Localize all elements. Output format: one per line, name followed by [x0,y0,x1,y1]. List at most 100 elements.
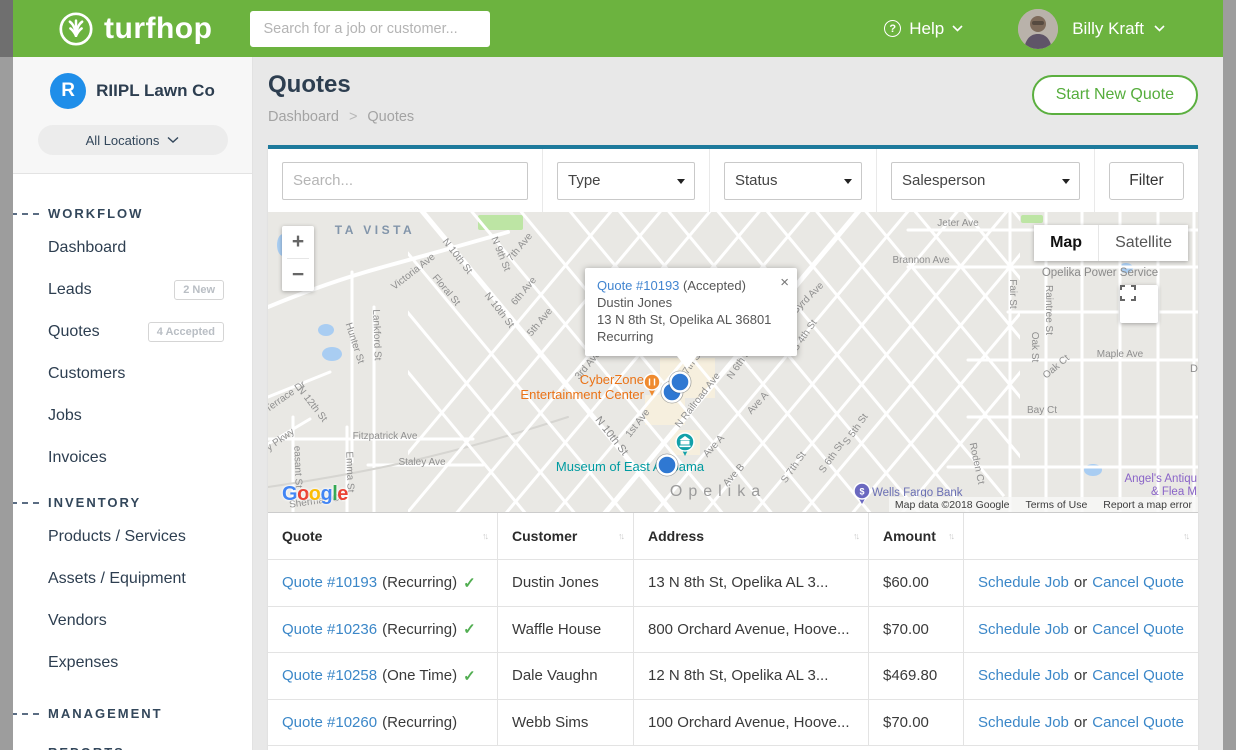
accepted-check-icon: ✓ [463,574,476,592]
cancel-quote-link[interactable]: Cancel Quote [1092,574,1184,591]
company-name: RIIPL Lawn Co [96,81,215,101]
map-label: S 5th St [841,412,871,448]
popup-quote-link[interactable]: Quote #10193 [597,278,679,293]
help-menu[interactable]: ? Help [884,19,963,39]
quote-link[interactable]: Quote #10193 [282,574,377,591]
map-label: Brannon Ave [892,255,950,266]
sidebar-item-vendors[interactable]: Vendors [48,600,224,642]
map[interactable]: TA VISTAN 10th StN 10th StN 10th StVicto… [268,212,1198,512]
fullscreen-button[interactable] [1120,285,1158,323]
sidebar-item-invoices[interactable]: Invoices [48,437,224,479]
section-reports[interactable]: REPORTS [48,745,224,750]
amount-cell: $70.00 [869,700,964,747]
quote-marker[interactable] [656,454,678,476]
fullscreen-icon [1120,285,1136,301]
start-new-quote-button[interactable]: Start New Quote [1032,75,1198,115]
zoom-out-button[interactable]: − [282,259,314,291]
chevron-down-icon [167,136,179,144]
sidebar-item-jobs[interactable]: Jobs [48,395,224,437]
dropdown-arrow-icon [677,179,685,184]
map-label: Fair St [1007,279,1018,309]
amount-cell: $469.80 [869,653,964,700]
map-attribution: Map data ©2018 Google Terms of Use Repor… [889,497,1198,512]
brand-name: turfhop [104,12,212,46]
quote-link[interactable]: Quote #10236 [282,621,377,638]
map-type-map-button[interactable]: Map [1034,225,1099,261]
dropdown-arrow-icon [1062,179,1070,184]
map-label: Oak St [1029,332,1040,363]
map-label: Maple Ave [1097,349,1144,360]
sidebar-item-products-services[interactable]: Products / Services [48,516,224,558]
cancel-quote-link[interactable]: Cancel Quote [1092,621,1184,638]
schedule-job-link[interactable]: Schedule Job [978,667,1069,684]
google-logo-letter: o [297,483,309,505]
quote-link[interactable]: Quote #10260 [282,714,377,731]
map-label: Angel's Antiqu [1124,473,1197,485]
map-label: 7th Ave [505,231,535,264]
map-label: Opelika [670,483,766,500]
sidebar-item-quotes[interactable]: Quotes 4 Accepted [48,311,224,353]
terms-of-use-link[interactable]: Terms of Use [1025,499,1087,511]
popup-type: Recurring [597,328,785,345]
map-label: Hunter St [343,321,367,365]
salesperson-select[interactable]: Salesperson [891,162,1080,200]
filter-button[interactable]: Filter [1109,162,1184,200]
zoom-in-button[interactable]: + [282,226,314,258]
google-logo[interactable]: Google [282,483,348,506]
report-map-error-link[interactable]: Report a map error [1103,499,1192,511]
section-inventory: INVENTORY [48,495,224,510]
map-label: easant St [291,446,303,489]
quote-marker[interactable] [669,371,691,393]
section-management[interactable]: MANAGEMENT [48,706,224,721]
window-edge-right [1223,0,1236,750]
quotes-card: Type Status Salesperson Filter [268,145,1198,750]
quote-link[interactable]: Quote #10258 [282,667,377,684]
sort-icon[interactable]: ↑↓ [482,531,487,541]
status-select[interactable]: Status [724,162,862,200]
customer-cell: Dustin Jones [498,560,634,607]
sidebar-item-leads[interactable]: Leads 2 New [48,269,224,311]
sidebar-item-dashboard[interactable]: Dashboard [48,227,224,269]
map-type-satellite-button[interactable]: Satellite [1099,225,1188,261]
sidebar-item-assets-equipment[interactable]: Assets / Equipment [48,558,224,600]
sort-icon[interactable]: ↑↓ [1183,531,1188,541]
map-label: Raintree St [1043,285,1054,335]
breadcrumb-dashboard[interactable]: Dashboard [268,109,339,125]
global-search-input[interactable] [250,11,490,47]
chevron-down-icon [1154,25,1165,32]
customer-cell: Dale Vaughn [498,653,634,700]
popup-customer: Dustin Jones [597,294,785,311]
location-selector[interactable]: All Locations [38,125,228,155]
amount-cell: $60.00 [869,560,964,607]
brand-logo[interactable]: turfhop [58,11,212,47]
sidebar-item-expenses[interactable]: Expenses [48,642,224,684]
user-menu[interactable]: Billy Kraft [1072,19,1165,39]
turfhop-grass-icon [58,11,94,47]
quotes-search-input[interactable] [282,162,528,200]
cancel-quote-link[interactable]: Cancel Quote [1092,667,1184,684]
map-label: N 12th St [295,385,329,425]
bank-pin-icon[interactable]: $ [854,483,870,504]
quotes-table: Quote↑↓ Customer↑↓ Address↑↓ Amount↑↓ ↑↓… [268,512,1198,746]
popup-close-icon[interactable]: × [780,273,789,293]
map-label: CyberZone [580,372,644,387]
schedule-job-link[interactable]: Schedule Job [978,574,1069,591]
avatar[interactable] [1018,9,1058,49]
breadcrumb-quotes: Quotes [367,109,414,125]
sort-icon[interactable]: ↑↓ [853,531,858,541]
schedule-job-link[interactable]: Schedule Job [978,621,1069,638]
map-label: Roden Ct [967,442,987,486]
map-label: D [1190,363,1198,375]
filter-row: Type Status Salesperson Filter [268,149,1198,212]
sort-icon[interactable]: ↑↓ [948,531,953,541]
type-select[interactable]: Type [557,162,695,200]
sort-icon[interactable]: ↑↓ [618,531,623,541]
top-bar: turfhop ? Help Billy Kraft [13,0,1223,57]
map-data-credit: Map data ©2018 Google [895,499,1010,511]
company-logo: R [50,73,86,109]
map-label: Ave A [745,390,771,417]
breadcrumb-separator: > [349,109,357,125]
schedule-job-link[interactable]: Schedule Job [978,714,1069,731]
sidebar-item-customers[interactable]: Customers [48,353,224,395]
cancel-quote-link[interactable]: Cancel Quote [1092,714,1184,731]
